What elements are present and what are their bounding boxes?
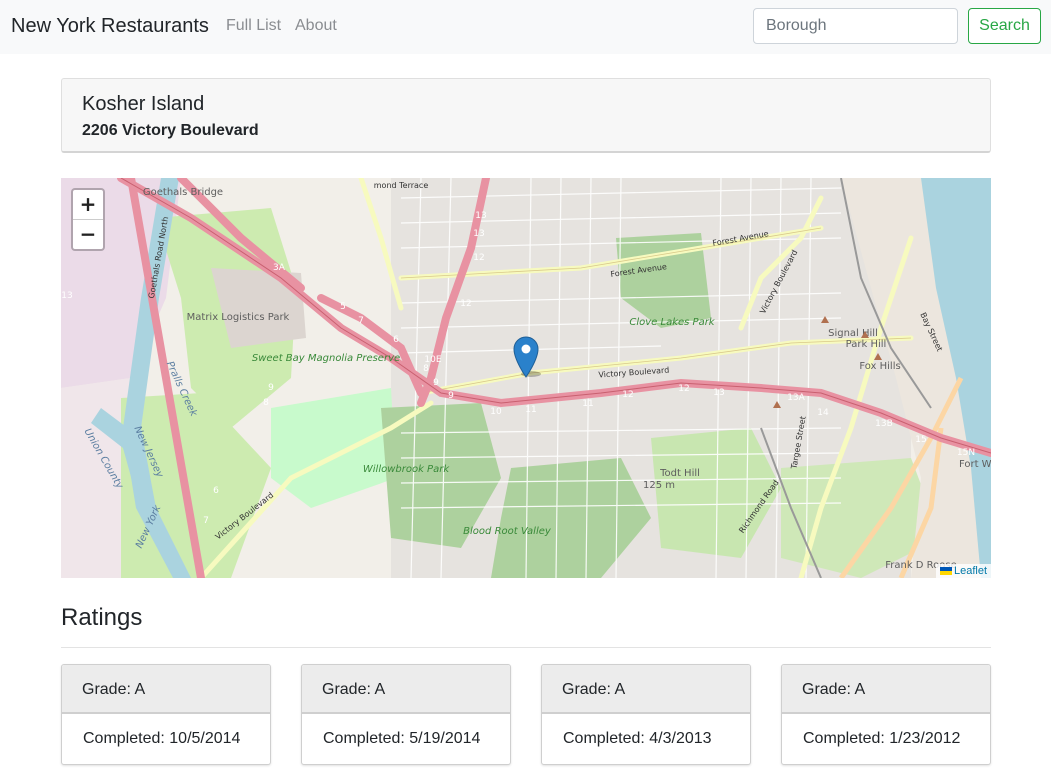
map-label-sweet-bay: Sweet Bay Magnolia Preserve	[252, 353, 400, 364]
map-exit-label: 13B	[875, 419, 893, 429]
rating-card: Grade: A Completed: 4/3/2013	[541, 664, 751, 765]
rating-completed: Completed: 1/23/2012	[803, 730, 961, 747]
rating-completed: Completed: 4/3/2013	[563, 730, 712, 747]
map-label-matrix-park: Matrix Logistics Park	[187, 312, 290, 323]
rating-grade: Grade: A	[302, 665, 510, 714]
restaurant-name: Kosher Island	[82, 93, 205, 115]
map-exit-label: 15	[915, 435, 926, 445]
map-exit-label: 9	[268, 383, 274, 393]
nav-link-about[interactable]: About	[295, 17, 337, 35]
map-label-signal-hill: Signal Hill	[828, 328, 878, 339]
map-exit-label: 12	[460, 299, 471, 309]
ratings-divider	[61, 647, 991, 648]
map-exit-label: 13A	[787, 393, 805, 403]
map-exit-label: 7	[203, 516, 209, 526]
brand-link[interactable]: New York Restaurants	[11, 15, 209, 38]
map-label-goethals-bridge: Goethals Bridge	[143, 187, 223, 198]
navbar: New York Restaurants Full List About Sea…	[0, 0, 1051, 54]
borough-search-input[interactable]	[753, 8, 958, 44]
map-exit-label: 10	[490, 407, 502, 417]
map-exit-label: 13	[475, 211, 486, 221]
map-exit-label: 11	[582, 399, 593, 409]
map-label-park-hill: Park Hill	[846, 339, 887, 350]
zoom-control: + −	[71, 188, 105, 251]
map-exit-label: 12	[622, 390, 633, 400]
rating-grade: Grade: A	[62, 665, 270, 714]
map-exit-label: 13	[61, 291, 72, 301]
map-label-fort-wa: Fort Wa	[959, 459, 991, 470]
map-exit-label: 5	[340, 302, 346, 312]
rating-card: Grade: A Completed: 1/23/2012	[781, 664, 991, 765]
map-attribution: Leaflet	[935, 564, 991, 578]
restaurant-map[interactable]: Goethals Bridge Matrix Logistics Park Si…	[61, 178, 991, 578]
map-exit-label: 9	[433, 378, 439, 388]
restaurant-address: 2206 Victory Boulevard	[82, 122, 259, 139]
map-label-fox-hills: Fox Hills	[859, 361, 900, 372]
zoom-out-button[interactable]: −	[73, 220, 103, 249]
zoom-in-button[interactable]: +	[73, 190, 103, 220]
rating-grade: Grade: A	[542, 665, 750, 714]
map-label-blood-root: Blood Root Valley	[463, 526, 552, 537]
map-label-todt-hill-elevation: 125 m	[643, 480, 675, 491]
nav-link-full-list[interactable]: Full List	[226, 17, 281, 35]
map-label-clove-lakes: Clove Lakes Park	[629, 317, 715, 328]
search-button[interactable]: Search	[968, 8, 1041, 44]
map-exit-label: 8	[423, 364, 429, 374]
map-label-todt-hill: Todt Hill	[659, 468, 700, 479]
map-exit-label: 11	[525, 405, 536, 415]
rating-grade: Grade: A	[782, 665, 990, 714]
map-exit-label: 9	[448, 391, 454, 401]
rating-card: Grade: A Completed: 5/19/2014	[301, 664, 511, 765]
map-exit-label: 8	[263, 398, 269, 408]
map-exit-label: 13	[713, 388, 724, 398]
map-exit-label: 13	[473, 229, 484, 239]
map-exit-label: 7	[358, 316, 364, 326]
map-label-hammond-terrace: mond Terrace	[374, 181, 429, 190]
map-exit-label: 14	[817, 408, 829, 418]
map-exit-label: 12	[678, 384, 689, 394]
leaflet-link[interactable]: Leaflet	[954, 565, 987, 577]
map-exit-label: 15N	[957, 448, 975, 458]
map-exit-label: 6	[213, 486, 219, 496]
map-exit-label: 6	[393, 335, 399, 345]
location-marker-icon[interactable]	[513, 336, 541, 378]
map-exit-label: 12	[473, 253, 484, 263]
map-tiles[interactable]: Goethals Bridge Matrix Logistics Park Si…	[61, 178, 991, 578]
rating-completed: Completed: 5/19/2014	[323, 730, 481, 747]
rating-completed: Completed: 10/5/2014	[83, 730, 241, 747]
map-exit-label: 10E	[424, 355, 441, 365]
ratings-heading: Ratings	[61, 604, 143, 631]
map-exit-label: 3A	[273, 263, 286, 273]
rating-card: Grade: A Completed: 10/5/2014	[61, 664, 271, 765]
map-label-willowbrook: Willowbrook Park	[363, 464, 450, 475]
restaurant-info-card: Kosher Island 2206 Victory Boulevard	[61, 78, 991, 153]
ukraine-flag-icon	[939, 567, 952, 576]
